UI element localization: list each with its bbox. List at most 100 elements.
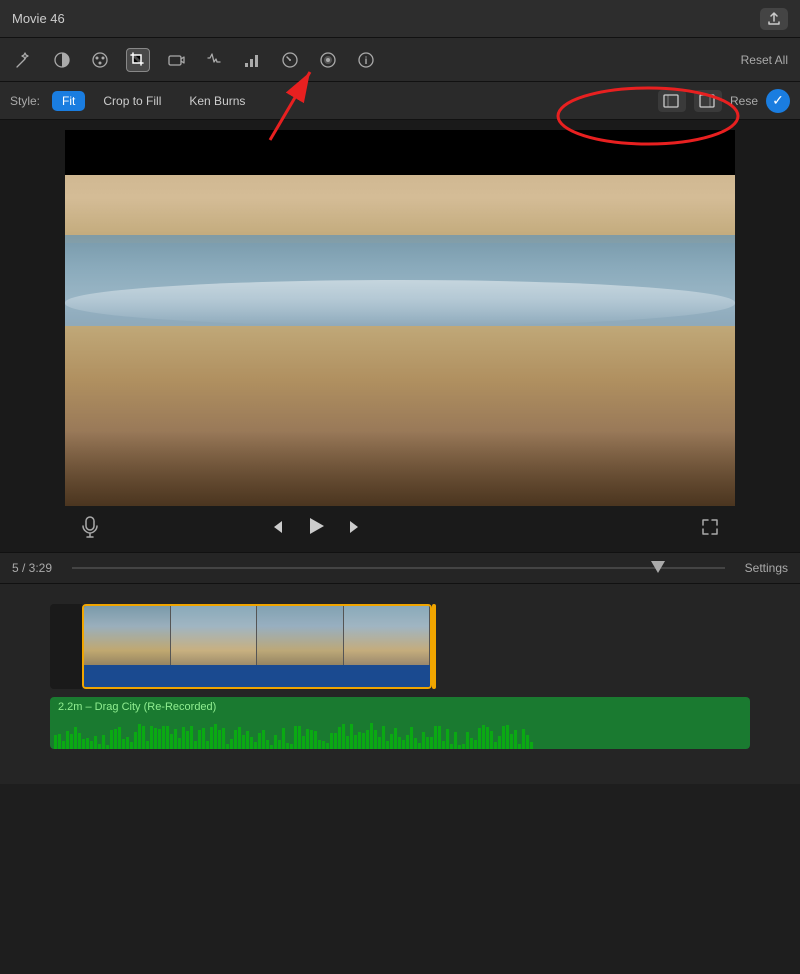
clip-end-handle[interactable] xyxy=(432,604,448,689)
confirm-button[interactable]: ✓ xyxy=(766,89,790,113)
waveform-bar xyxy=(234,730,237,749)
waveform-bar xyxy=(242,735,245,749)
waveform-bar xyxy=(210,727,213,749)
waveform-bar xyxy=(110,730,113,749)
waveform-bar xyxy=(94,736,97,749)
waveform-bar xyxy=(422,732,425,749)
skip-forward-button[interactable] xyxy=(347,518,365,541)
waveform-bar xyxy=(466,732,469,749)
magic-wand-icon[interactable] xyxy=(12,48,36,72)
waveform-bar xyxy=(406,735,409,749)
waveform-bar xyxy=(174,729,177,749)
waveform-bar xyxy=(270,745,273,749)
waveform-bar xyxy=(330,733,333,749)
waveform-bar xyxy=(290,744,293,749)
waveform-bar xyxy=(486,727,489,749)
color-circle-icon[interactable] xyxy=(50,48,74,72)
waveform-bar xyxy=(310,730,313,749)
crop-icon[interactable] xyxy=(126,48,150,72)
waveform-bar xyxy=(494,742,497,749)
waveform-bar xyxy=(170,734,173,749)
toolbar: i Reset All xyxy=(0,38,800,82)
waveform-bar xyxy=(238,727,241,749)
waveform-bar xyxy=(266,740,269,749)
music-track-label: 2.2m – Drag City (Re-Recorded) xyxy=(58,701,216,713)
reset-style-button[interactable]: Rese xyxy=(730,94,758,108)
skip-back-button[interactable] xyxy=(267,518,285,541)
palette-icon[interactable] xyxy=(88,48,112,72)
info-icon[interactable]: i xyxy=(354,48,378,72)
waveform-bar xyxy=(230,739,233,749)
waveform-bar xyxy=(498,736,501,749)
waveform-bar xyxy=(470,738,473,749)
camera-icon[interactable] xyxy=(164,48,188,72)
waveform-bar xyxy=(450,744,453,749)
waveform-bar xyxy=(182,727,185,749)
waveform-bar xyxy=(138,724,141,749)
video-clip[interactable] xyxy=(82,604,432,689)
waveform-bar xyxy=(62,741,65,749)
waveform-bar xyxy=(350,724,353,749)
waveform-bar xyxy=(114,729,117,749)
share-button[interactable] xyxy=(760,8,788,30)
waveform-bar xyxy=(506,725,509,749)
waveform-bar xyxy=(358,732,361,749)
audio-icon[interactable] xyxy=(202,48,226,72)
waveform-bar xyxy=(382,726,385,749)
waveform-bar xyxy=(426,737,429,749)
style-bar: Style: Fit Crop to Fill Ken Burns Rese ✓ xyxy=(0,82,800,120)
waveform-bar xyxy=(90,741,93,749)
settings-button[interactable]: Settings xyxy=(745,561,788,575)
bars-icon[interactable] xyxy=(240,48,264,72)
waveform-bar xyxy=(438,726,441,749)
waveform-bar xyxy=(150,726,153,749)
waveform-bar xyxy=(118,727,121,749)
waveform-bar xyxy=(194,741,197,749)
ken-burns-button[interactable]: Ken Burns xyxy=(179,91,255,111)
waveform-bar xyxy=(66,731,69,749)
playback-controls xyxy=(267,515,365,543)
microphone-button[interactable] xyxy=(81,516,99,543)
waveform-bar xyxy=(326,743,329,749)
waveform-bar xyxy=(474,740,477,749)
waveform-bar xyxy=(222,728,225,749)
waveform-bar xyxy=(370,723,373,749)
waveform-bar xyxy=(82,739,85,749)
waveform-bar xyxy=(362,733,365,749)
video-preview xyxy=(65,130,735,506)
waveform-bar xyxy=(166,726,169,749)
waveform-bar xyxy=(374,730,377,749)
waveform-bar xyxy=(274,735,277,749)
speedometer-icon[interactable] xyxy=(278,48,302,72)
waveform xyxy=(50,719,750,749)
waveform-bar xyxy=(478,728,481,749)
waveform-bar xyxy=(322,741,325,749)
timeline-scrubber[interactable] xyxy=(72,567,725,569)
fit-button[interactable]: Fit xyxy=(52,91,85,111)
waveform-bar xyxy=(410,727,413,749)
waveform-bar xyxy=(226,744,229,749)
waveform-bar xyxy=(98,744,101,749)
audio-strip xyxy=(84,665,430,687)
fullscreen-button[interactable] xyxy=(701,518,719,541)
crop-start-icon-btn[interactable] xyxy=(658,90,686,112)
waveform-bar xyxy=(254,742,257,749)
play-button[interactable] xyxy=(305,515,327,543)
filter-icon[interactable] xyxy=(316,48,340,72)
waveform-bar xyxy=(278,740,281,749)
waveform-bar xyxy=(366,730,369,749)
waveform-bar xyxy=(262,730,265,749)
reset-all-button[interactable]: Reset All xyxy=(741,53,788,67)
waveform-bar xyxy=(338,727,341,749)
waveform-bar xyxy=(286,743,289,749)
svg-text:i: i xyxy=(365,56,368,67)
waveform-bar xyxy=(454,732,457,749)
waveform-bar xyxy=(334,733,337,749)
waveform-bar xyxy=(510,734,513,749)
crop-end-icon-btn[interactable] xyxy=(694,90,722,112)
video-track xyxy=(0,604,800,689)
waveform-bar xyxy=(58,734,61,749)
waveform-bar xyxy=(54,735,57,749)
crop-to-fill-button[interactable]: Crop to Fill xyxy=(93,91,171,111)
music-track: 2.2m – Drag City (Re-Recorded) xyxy=(50,697,750,749)
